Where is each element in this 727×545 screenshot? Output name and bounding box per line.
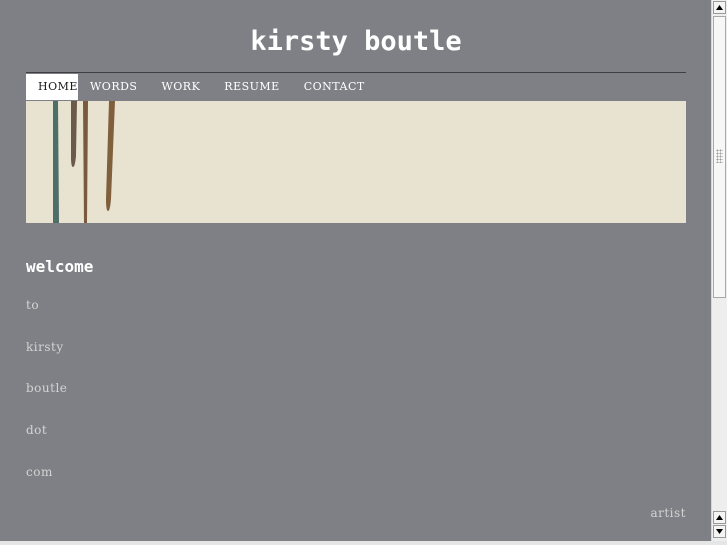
arrow-up-icon bbox=[716, 5, 723, 10]
scroll-down-button[interactable] bbox=[713, 525, 726, 538]
welcome-heading: welcome bbox=[26, 257, 94, 276]
grip-icon bbox=[716, 149, 723, 163]
nav-item-home[interactable]: HOME bbox=[26, 74, 78, 100]
nav-item-words[interactable]: WORDS bbox=[78, 74, 149, 100]
scrollbar-thumb[interactable] bbox=[713, 16, 726, 298]
vertical-scrollbar[interactable] bbox=[711, 0, 727, 541]
nav-item-work[interactable]: WORK bbox=[149, 74, 212, 100]
intro-word: dot bbox=[26, 423, 48, 437]
window-bottom-edge bbox=[0, 541, 727, 545]
tagline-artist: artist bbox=[650, 506, 686, 520]
paint-drips-image bbox=[53, 101, 115, 223]
nav-item-resume[interactable]: RESUME bbox=[212, 74, 291, 100]
scroll-up-button[interactable] bbox=[713, 1, 726, 14]
main-nav: HOME WORDS WORK RESUME CONTACT bbox=[26, 74, 377, 100]
scroll-up-button-lower[interactable] bbox=[713, 511, 726, 524]
site-title: kirsty boutle bbox=[250, 26, 462, 57]
intro-word: com bbox=[26, 465, 53, 479]
arrow-down-icon bbox=[716, 529, 723, 534]
intro-word: boutle bbox=[26, 381, 68, 395]
arrow-up-icon bbox=[716, 515, 723, 520]
header-divider bbox=[26, 72, 686, 73]
intro-word: kirsty bbox=[26, 340, 64, 354]
intro-word: to bbox=[26, 298, 40, 312]
page: kirsty boutle HOME WORDS WORK RESUME CON… bbox=[0, 0, 711, 541]
nav-item-contact[interactable]: CONTACT bbox=[292, 74, 377, 100]
header-banner bbox=[26, 101, 686, 223]
